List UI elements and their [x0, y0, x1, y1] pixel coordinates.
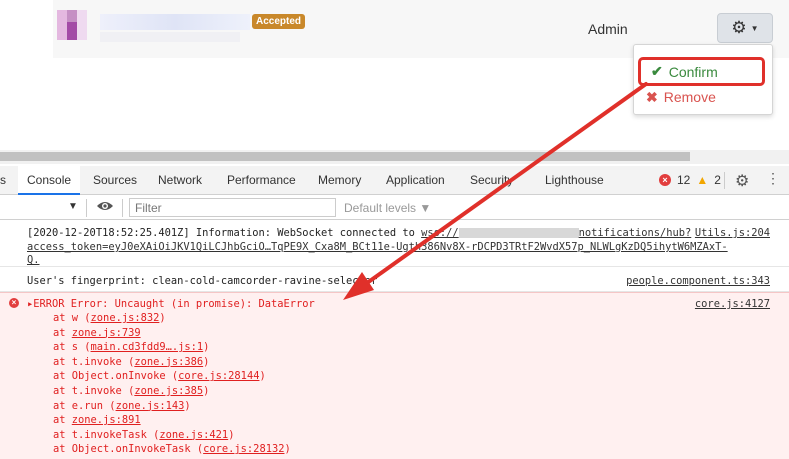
stack-frame-link[interactable]: core.js:28132 [203, 443, 284, 455]
info-line-2[interactable]: access_token=eyJ0eXAiOiJKV1QiLCJhbGciO…T… [27, 241, 728, 253]
stack-frame-link[interactable]: core.js:28144 [178, 370, 259, 382]
error-count: 12 [677, 173, 691, 187]
stack-frame: at zone.js:891 [53, 414, 141, 426]
stack-frame-suffix: ) [259, 370, 266, 383]
stack-frame: at w (zone.js:832) [53, 312, 166, 324]
admin-label: Admin [588, 21, 628, 37]
stack-frame-text: at [53, 326, 72, 339]
scrollbar-thumb[interactable] [0, 152, 690, 161]
stack-frame: at t.invoke (zone.js:386) [53, 356, 209, 368]
issue-counts[interactable]: × 12 ▲ 2 [659, 173, 721, 187]
stack-frame-text: at Object.onInvoke ( [53, 370, 179, 383]
stack-frame-link[interactable]: zone.js:143 [116, 400, 185, 412]
stack-frame-text: at Object.onInvokeTask ( [53, 443, 204, 456]
log-entry-error: × ▸ERROR Error: Uncaught (in promise): D… [0, 292, 789, 459]
error-icon: × [9, 298, 19, 308]
stack-frame: at s (main.cd3fdd9….js:1) [53, 341, 209, 353]
stack-frame-suffix: ) [203, 385, 210, 397]
error-icon: × [659, 174, 671, 186]
confirm-label: Confirm [668, 63, 718, 80]
stack-frame-suffix: ) [228, 428, 235, 441]
tab-elements-partial[interactable]: s [0, 166, 6, 195]
stack-frame-link[interactable]: zone.js:421 [159, 429, 228, 441]
status-badge: Accepted [252, 14, 306, 29]
stack-frame: at Object.onInvoke (core.js:28144) [53, 370, 266, 382]
console-filter-input[interactable] [129, 198, 336, 217]
context-caret-icon[interactable]: ▼ [68, 201, 78, 212]
stack-frame-text: at w ( [53, 312, 91, 324]
remove-label: Remove [663, 89, 716, 105]
stack-frame-text: at s ( [53, 341, 91, 354]
remove-menu-item[interactable]: ✖ Remove [646, 87, 716, 107]
devtools-tabbar: s Console Sources Network Performance Me… [0, 166, 789, 195]
stack-frame-suffix: ) [284, 443, 291, 456]
console-output: [2020-12-20T18:52:25.401Z] Information: … [0, 221, 789, 459]
source-link[interactable]: Utils.js:204 [695, 227, 770, 239]
stack-frame-suffix: ) [159, 312, 166, 324]
devtools-settings-icon[interactable]: ⚙ [735, 171, 749, 191]
confirm-menu-item[interactable]: ✔ Confirm [638, 57, 765, 86]
divider [724, 172, 725, 189]
stack-frame-link[interactable]: main.cd3fdd9….js:1 [91, 341, 204, 353]
stack-frame-link[interactable]: zone.js:739 [72, 327, 141, 339]
stack-frame-text: at t.invoke ( [53, 355, 135, 368]
stack-frame-text: at t.invoke ( [53, 385, 135, 397]
x-icon: ✖ [646, 88, 658, 105]
stack-frame-text: at t.invokeTask ( [53, 428, 160, 441]
divider [86, 199, 87, 217]
stack-frame-link[interactable]: zone.js:386 [134, 356, 203, 368]
log-entry-fingerprint: User's fingerprint: clean-cold-camcorder… [0, 268, 789, 292]
avatar [57, 10, 87, 40]
tab-security[interactable]: Security [470, 166, 513, 195]
stack-frame-link[interactable]: zone.js:832 [91, 312, 160, 324]
log-entry-info: [2020-12-20T18:52:25.401Z] Information: … [0, 221, 789, 267]
settings-dropdown-menu: ✔ Confirm ✖ Remove [633, 44, 773, 115]
info-line-3[interactable]: Q. [27, 254, 40, 266]
source-link[interactable]: people.component.ts:343 [626, 275, 770, 287]
tab-console[interactable]: Console [18, 166, 81, 195]
default-levels-dropdown[interactable]: Default levels ▼ [344, 201, 431, 215]
eye-icon[interactable] [96, 200, 114, 212]
tab-lighthouse[interactable]: Lighthouse [545, 166, 604, 195]
settings-dropdown-button[interactable]: ⚙ ▼ [717, 13, 773, 43]
stack-frame-text: at [53, 414, 72, 427]
stack-frame-suffix: ) [184, 399, 191, 412]
tab-network[interactable]: Network [158, 166, 202, 195]
tab-application[interactable]: Application [386, 166, 445, 195]
stack-frame-suffix: ) [203, 355, 210, 368]
tab-memory[interactable]: Memory [318, 166, 361, 195]
source-link[interactable]: core.js:4127 [695, 298, 770, 310]
websocket-url-link[interactable]: wss://notifications/hub? [421, 227, 691, 239]
divider [122, 199, 123, 217]
more-options-icon[interactable]: ⋮ [766, 170, 780, 187]
info-line-1: [2020-12-20T18:52:25.401Z] Information: … [27, 227, 692, 239]
stack-frame-link[interactable]: zone.js:385 [134, 385, 203, 397]
redacted-url [458, 228, 579, 238]
caret-down-icon: ▼ [750, 23, 759, 33]
warning-count: 2 [714, 173, 721, 187]
gear-icon: ⚙ [731, 18, 747, 37]
tab-sources[interactable]: Sources [93, 166, 137, 195]
stack-frame: at t.invoke (zone.js:385) [53, 385, 209, 397]
stack-frame: at Object.onInvokeTask (core.js:28132) [53, 443, 291, 455]
stack-frame: at t.invokeTask (zone.js:421) [53, 429, 234, 441]
console-filterbar: ▼ Default levels ▼ [0, 196, 789, 220]
redacted-name [100, 14, 250, 30]
stack-frame-link[interactable]: zone.js:891 [72, 414, 141, 426]
stack-frame-suffix: ) [203, 341, 210, 354]
stack-frame-text: at e.run ( [53, 399, 116, 412]
tab-performance[interactable]: Performance [227, 166, 296, 195]
check-icon: ✔ [651, 63, 663, 79]
stack-frame: at e.run (zone.js:143) [53, 400, 191, 412]
redacted-subtitle [100, 32, 240, 42]
fingerprint-text: User's fingerprint: clean-cold-camcorder… [27, 275, 378, 287]
warning-icon: ▲ [696, 173, 709, 187]
stack-frame: at zone.js:739 [53, 327, 141, 339]
error-header[interactable]: ▸ERROR Error: Uncaught (in promise): Dat… [27, 298, 315, 310]
